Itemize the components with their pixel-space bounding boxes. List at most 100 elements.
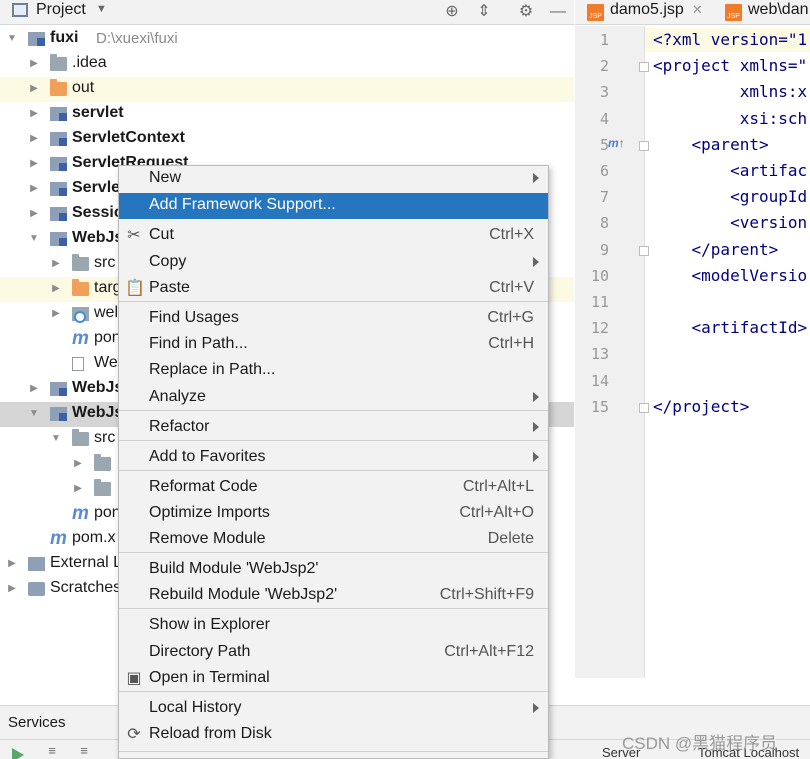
- chevron-down-icon[interactable]: ▼: [28, 407, 40, 421]
- menu-item-rebuild-module-webjsp2[interactable]: Rebuild Module 'WebJsp2' Ctrl+Shift+F9: [119, 583, 548, 609]
- menu-item-directory-path[interactable]: Directory Path Ctrl+Alt+F12: [119, 640, 548, 666]
- folder-orange-icon: [50, 79, 67, 96]
- run-icon[interactable]: [12, 748, 24, 759]
- chevron-right-icon[interactable]: ▶: [6, 557, 18, 571]
- code-line: <?xml version="1: [653, 30, 808, 49]
- chevron-right-icon[interactable]: ▶: [28, 132, 40, 146]
- menu-item-cut[interactable]: ✂ Cut Ctrl+X: [119, 223, 548, 249]
- code-line: </project>: [653, 396, 750, 416]
- services-title[interactable]: Services: [8, 714, 66, 731]
- chevron-right-icon[interactable]: ▶: [50, 282, 62, 296]
- chevron-right-icon[interactable]: ▶: [28, 182, 40, 196]
- chevron-right-icon[interactable]: ▶: [6, 582, 18, 596]
- maven-parent-marker-icon[interactable]: m↑: [608, 136, 625, 150]
- tree-node-label: ServletContext: [72, 129, 185, 146]
- tab-web-dan[interactable]: JSP web\dan: [725, 1, 809, 26]
- menu-item-label: Local History: [149, 699, 242, 716]
- menu-item-build-module-webjsp2[interactable]: Build Module 'WebJsp2': [119, 557, 548, 583]
- menu-item-label: Find Usages: [149, 309, 239, 326]
- tree-node[interactable]: ▶ servlet: [0, 102, 574, 127]
- tree-node[interactable]: ▶ .idea: [0, 52, 574, 77]
- chevron-down-icon[interactable]: ▼: [28, 232, 40, 246]
- menu-item-show-in-explorer[interactable]: Show in Explorer: [119, 613, 548, 639]
- chevron-down-icon[interactable]: ▼: [96, 3, 107, 15]
- menu-item-remove-module[interactable]: Remove Module Delete: [119, 527, 548, 553]
- menu-item-analyze[interactable]: Analyze: [119, 385, 548, 411]
- menu-item-reload-from-disk[interactable]: ⟳ Reload from Disk: [119, 722, 548, 748]
- menu-item-replace-in-path[interactable]: Replace in Path...: [119, 358, 548, 384]
- menu-item-label: Show in Explorer: [149, 616, 270, 633]
- fold-marker-icon[interactable]: [639, 62, 649, 73]
- hide-panel-icon[interactable]: —: [547, 1, 569, 23]
- tree-node-label: Servle: [72, 179, 121, 196]
- menu-item-local-history[interactable]: Local History: [119, 696, 548, 722]
- chevron-right-icon[interactable]: ▶: [50, 307, 62, 321]
- menu-item-optimize-imports[interactable]: Optimize Imports Ctrl+Alt+O: [119, 501, 548, 527]
- menu-item-add-framework-support[interactable]: Add Framework Support...: [119, 193, 548, 219]
- chevron-down-icon[interactable]: ▼: [50, 432, 62, 446]
- locate-icon[interactable]: ⊕: [441, 1, 463, 23]
- code-line: xmlns:x: [653, 82, 808, 102]
- menu-item-label: Find in Path...: [149, 335, 248, 352]
- submenu-arrow-icon: [533, 452, 539, 462]
- chevron-down-icon[interactable]: ▼: [6, 32, 18, 46]
- menu-item-reformat-code[interactable]: Reformat Code Ctrl+Alt+L: [119, 475, 548, 501]
- menu-item-find-in-path[interactable]: Find in Path... Ctrl+H: [119, 332, 548, 358]
- menu-item-new[interactable]: New: [119, 166, 548, 192]
- gear-icon[interactable]: ⚙: [515, 1, 537, 23]
- fold-marker-icon[interactable]: [639, 402, 649, 413]
- menu-item-find-usages[interactable]: Find Usages Ctrl+G: [119, 306, 548, 332]
- line-number: 8: [599, 214, 609, 233]
- close-icon[interactable]: ✕: [692, 2, 703, 17]
- line-number: 7: [599, 188, 609, 207]
- fold-marker-icon[interactable]: [639, 245, 649, 256]
- menu-item-label: Cut: [149, 226, 174, 243]
- menu-item-copy[interactable]: Copy: [119, 250, 548, 276]
- chevron-right-icon[interactable]: ▶: [50, 257, 62, 271]
- code-line: <groupId: [653, 187, 808, 207]
- project-view-selector[interactable]: Project: [36, 1, 86, 19]
- tree-node[interactable]: ▼ fuxi D:\xuexi\fuxi: [0, 27, 574, 52]
- menu-item-label: Open in Terminal: [149, 669, 270, 686]
- reload-icon: ⟳: [127, 726, 141, 743]
- chevron-right-icon[interactable]: ▶: [28, 382, 40, 396]
- code-editor[interactable]: 1 2 3 4 5 6 7 8 9 10 11 12 13 14 15 m↑ <?xml version="…: [575, 26, 810, 678]
- tree-node-label: pon: [94, 329, 121, 346]
- menu-item-refactor[interactable]: Refactor: [119, 415, 548, 441]
- chevron-right-icon[interactable]: ▶: [28, 157, 40, 171]
- chevron-right-icon[interactable]: ▶: [72, 457, 84, 471]
- tree-node[interactable]: ▶ ServletContext: [0, 127, 574, 152]
- module-icon: [50, 107, 67, 121]
- chevron-right-icon[interactable]: ▶: [28, 57, 40, 71]
- code-line: <artifactId>: [653, 318, 808, 338]
- menu-item-open-in-terminal[interactable]: ▣ Open in Terminal: [119, 666, 548, 692]
- menu-item-label: Remove Module: [149, 530, 266, 547]
- tab-damo5-jsp[interactable]: JSP damo5.jsp ✕: [587, 1, 703, 26]
- menu-item-shortcut: Ctrl+Alt+F12: [444, 643, 534, 660]
- collapse-all-icon[interactable]: ≡: [76, 743, 92, 758]
- project-view-icon: [12, 3, 28, 17]
- code-line: <version: [653, 213, 808, 233]
- tree-node-label: We: [94, 354, 118, 371]
- chevron-right-icon[interactable]: ▶: [28, 207, 40, 221]
- module-icon: [50, 157, 67, 171]
- menu-item-shortcut: Delete: [487, 530, 534, 547]
- expand-all-icon[interactable]: ≡: [44, 743, 60, 758]
- menu-item-label: Copy: [149, 253, 187, 270]
- chevron-right-icon[interactable]: ▶: [28, 82, 40, 96]
- jsp-icon: JSP: [725, 4, 742, 21]
- menu-item-paste[interactable]: 📋 Paste Ctrl+V: [119, 276, 548, 302]
- module-icon: [28, 32, 45, 46]
- chevron-right-icon[interactable]: ▶: [28, 107, 40, 121]
- tree-node[interactable]: ▶ out: [0, 77, 574, 102]
- menu-item-label: Paste: [149, 279, 190, 296]
- menu-item-label: Reload from Disk: [149, 725, 272, 742]
- chevron-right-icon[interactable]: ▶: [72, 482, 84, 496]
- menu-item-add-to-favorites[interactable]: Add to Favorites: [119, 445, 548, 471]
- maven-icon: m: [50, 528, 67, 549]
- fold-marker-icon[interactable]: [639, 140, 649, 151]
- collapse-all-icon[interactable]: ⇕: [473, 1, 495, 23]
- maven-icon: m: [72, 503, 89, 524]
- menu-item-shortcut: Ctrl+Shift+F9: [439, 586, 534, 603]
- submenu-arrow-icon: [533, 257, 539, 267]
